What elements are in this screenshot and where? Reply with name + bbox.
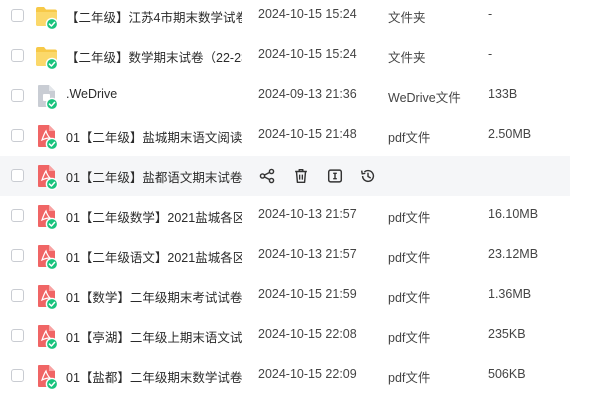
file-row[interactable]: 01【亭湖】二年级上期末语文试卷 2024-10-15 22:08 pdf文件 235… xyxy=(0,316,570,356)
file-size: 506KB xyxy=(488,367,526,381)
file-row[interactable]: 01【二年级】盐城期末语文阅读 2024-10-15 21:48 pdf文件 2.50… xyxy=(0,116,570,156)
pdf-file-icon xyxy=(35,122,59,151)
file-size: - xyxy=(488,7,493,21)
file-name[interactable]: .WeDrive xyxy=(66,87,242,101)
row-checkbox[interactable] xyxy=(11,9,24,22)
file-modified-date: 2024-09-13 21:36 xyxy=(258,87,357,101)
pdf-file-icon xyxy=(35,322,59,351)
file-row[interactable]: 01【盐都】二年级期末数学试卷 2024-10-15 22:09 pdf文件 506K… xyxy=(0,356,570,396)
file-modified-date: 2024-10-15 21:59 xyxy=(258,287,357,301)
file-modified-date: 2024-10-15 22:08 xyxy=(258,327,357,341)
file-size: 2.50MB xyxy=(488,127,532,141)
file-row[interactable]: 01【二年级语文】2021盐城各区 2024-10-13 21:57 pdf文件 23… xyxy=(0,236,570,276)
file-row[interactable]: 01【数学】二年级期末考试试卷 2024-10-15 21:59 pdf文件 1.36… xyxy=(0,276,570,316)
file-size: 133B xyxy=(488,87,518,101)
file-type: pdf文件 xyxy=(388,331,431,345)
file-name[interactable]: 01【数学】二年级期末考试试卷 xyxy=(66,287,242,306)
file-name[interactable]: 【二年级】江苏4市期末数学试卷 xyxy=(66,7,242,26)
file-row[interactable]: 01【二年级】盐都语文期末试卷 xyxy=(0,156,570,196)
file-type: WeDrive文件 xyxy=(388,91,461,105)
file-type: pdf文件 xyxy=(388,291,431,305)
file-name[interactable]: 01【二年级数学】2021盐城各区 xyxy=(66,207,242,226)
row-checkbox[interactable] xyxy=(11,49,24,62)
delete-icon[interactable] xyxy=(291,166,311,186)
row-checkbox[interactable] xyxy=(11,249,24,262)
row-checkbox[interactable] xyxy=(11,329,24,342)
file-name[interactable]: 01【亭湖】二年级上期末语文试卷 xyxy=(66,327,242,346)
row-checkbox[interactable] xyxy=(11,129,24,142)
file-row[interactable]: 01【二年级数学】2021盐城各区 2024-10-13 21:57 pdf文件 16… xyxy=(0,196,570,236)
row-checkbox[interactable] xyxy=(11,169,24,182)
file-type: pdf文件 xyxy=(388,211,431,225)
row-checkbox[interactable] xyxy=(11,289,24,302)
file-type: pdf文件 xyxy=(388,371,431,385)
file-size: 16.10MB xyxy=(488,207,539,221)
file-size: 235KB xyxy=(488,327,526,341)
row-checkbox[interactable] xyxy=(11,209,24,222)
row-checkbox[interactable] xyxy=(11,89,24,102)
history-icon[interactable] xyxy=(358,166,378,186)
file-name[interactable]: 01【二年级】盐城期末语文阅读 xyxy=(66,127,242,146)
rename-icon[interactable] xyxy=(325,166,345,186)
file-type: pdf文件 xyxy=(388,131,431,145)
file-type: 文件夹 xyxy=(388,11,426,25)
file-size: 1.36MB xyxy=(488,287,532,301)
file-modified-date: 2024-10-15 15:24 xyxy=(258,47,357,61)
file-name[interactable]: 01【二年级语文】2021盐城各区 xyxy=(66,247,242,266)
pdf-file-icon xyxy=(35,162,59,191)
file-modified-date: 2024-10-15 22:09 xyxy=(258,367,357,381)
file-type: pdf文件 xyxy=(388,251,431,265)
pdf-file-icon xyxy=(35,282,59,311)
file-name[interactable]: 【二年级】数学期末试卷（22-23） xyxy=(66,47,242,66)
folder-icon xyxy=(35,42,59,71)
file-row[interactable]: 【二年级】数学期末试卷（22-23） 2024-10-15 15:24 文件夹 - xyxy=(0,36,570,76)
row-checkbox[interactable] xyxy=(11,369,24,382)
file-modified-date: 2024-10-15 21:48 xyxy=(258,127,357,141)
file-size: - xyxy=(488,47,493,61)
file-row[interactable]: 【二年级】江苏4市期末数学试卷 2024-10-15 15:24 文件夹 - xyxy=(0,0,570,36)
file-type: 文件夹 xyxy=(388,51,426,65)
pdf-file-icon xyxy=(35,362,59,391)
file-row[interactable]: .WeDrive 2024-09-13 21:36 WeDrive文件 133B xyxy=(0,76,570,116)
file-size: 23.12MB xyxy=(488,247,539,261)
generic-file-icon xyxy=(35,82,59,111)
file-modified-date: 2024-10-13 21:57 xyxy=(258,247,357,261)
file-name[interactable]: 01【二年级】盐都语文期末试卷 xyxy=(66,167,242,186)
file-modified-date: 2024-10-15 15:24 xyxy=(258,7,357,21)
file-name[interactable]: 01【盐都】二年级期末数学试卷 xyxy=(66,367,242,386)
pdf-file-icon xyxy=(35,202,59,231)
folder-icon xyxy=(35,2,59,31)
share-icon[interactable] xyxy=(257,166,277,186)
pdf-file-icon xyxy=(35,242,59,271)
file-modified-date: 2024-10-13 21:57 xyxy=(258,207,357,221)
